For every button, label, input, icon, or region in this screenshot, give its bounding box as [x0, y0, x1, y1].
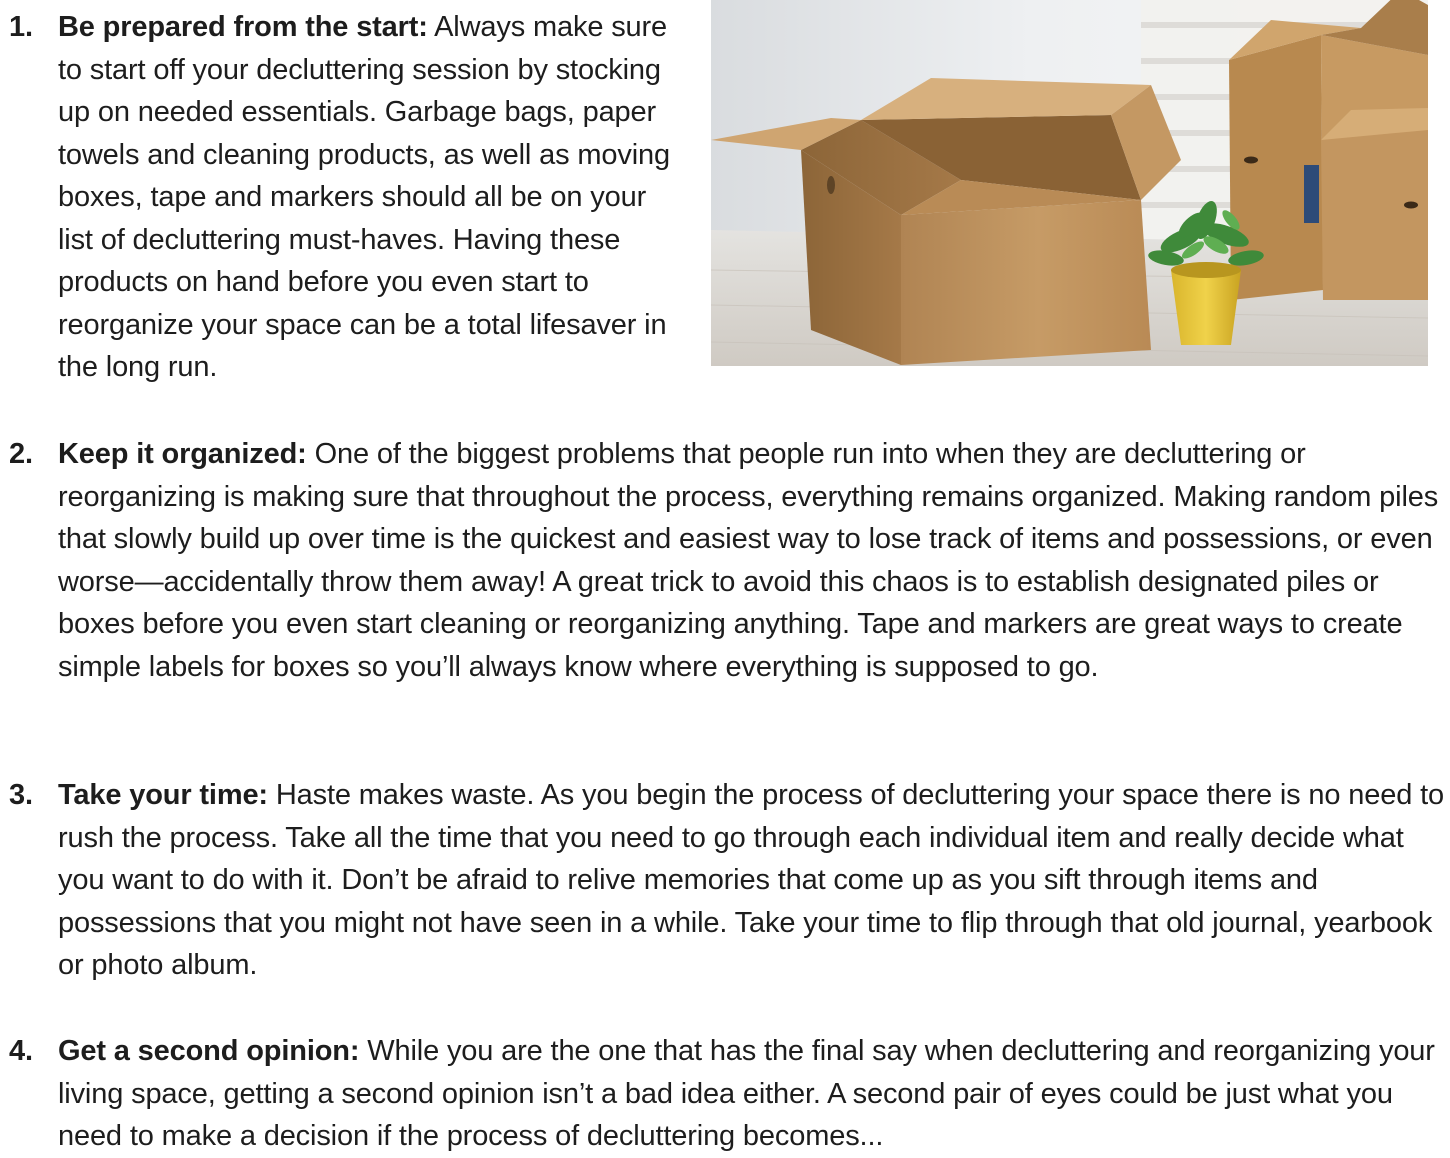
- tip-body: Be prepared from the start: Always make …: [58, 6, 683, 389]
- moving-boxes-photo: [711, 0, 1428, 366]
- tip-body: Take your time: Haste makes waste. As yo…: [58, 774, 1450, 987]
- tip-body: Get a second opinion: While you are the …: [58, 1030, 1443, 1158]
- tip-heading: Be prepared from the start:: [58, 11, 428, 43]
- tip-heading: Get a second opinion:: [58, 1035, 360, 1067]
- tip-text: One of the biggest problems that people …: [58, 438, 1439, 683]
- tip-number: 4.: [9, 1035, 33, 1067]
- tip-heading: Keep it organized:: [58, 438, 307, 470]
- tip-heading: Take your time:: [58, 779, 268, 811]
- tip-body: Keep it organized: One of the biggest pr…: [58, 433, 1443, 688]
- tip-number: 1.: [9, 11, 33, 43]
- tip-number: 3.: [9, 779, 33, 811]
- tip-text: Always make sure to start off your declu…: [58, 11, 670, 383]
- tip-number: 2.: [9, 438, 33, 470]
